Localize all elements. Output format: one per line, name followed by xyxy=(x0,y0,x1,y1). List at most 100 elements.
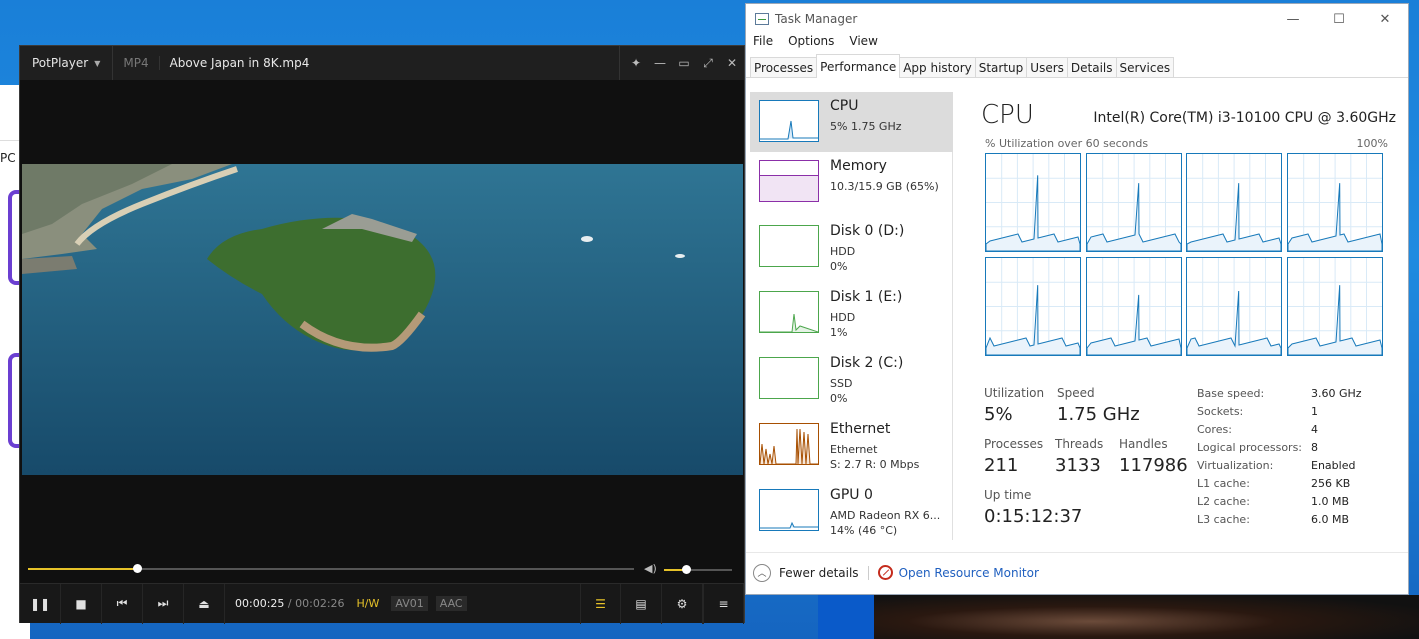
disk2-mini-graph xyxy=(759,357,819,399)
chevron-up-icon[interactable]: ︿ xyxy=(753,563,771,582)
graph-label: % Utilization over 60 seconds xyxy=(985,137,1149,150)
video-frame[interactable] xyxy=(22,164,743,475)
stat-value: 5% xyxy=(984,404,1013,425)
player-titlebar[interactable]: PotPlayer ▼ MP4 Above Japan in 8K.mp4 ✦ … xyxy=(20,46,744,80)
spec-label: Virtualization: xyxy=(1197,459,1274,472)
tab-processes[interactable]: Processes xyxy=(750,57,818,77)
playlist-search-icon: ☰ xyxy=(595,597,606,611)
audio-codec-badge[interactable]: AAC xyxy=(435,596,467,611)
close-button[interactable]: ✕ xyxy=(1362,4,1408,34)
spec-value: 1.0 MB xyxy=(1311,495,1350,508)
eject-icon: ⏏ xyxy=(198,596,210,611)
stat-label: Speed xyxy=(1057,386,1095,400)
menu-view[interactable]: View xyxy=(849,34,877,54)
resource-detail: 0% xyxy=(830,392,848,405)
menu-button[interactable]: ≡ xyxy=(703,584,744,624)
fewer-details-link[interactable]: Fewer details xyxy=(779,566,859,580)
resource-detail: S: 2.7 R: 0 Mbps xyxy=(830,458,920,471)
settings-button[interactable]: ⚙ xyxy=(662,584,703,624)
maximize-button[interactable]: ☐ xyxy=(1316,4,1362,34)
tab-users[interactable]: Users xyxy=(1026,57,1068,77)
player-controls: ❚❚ ■ ⏮ ⏭ ⏏ 00:00:25 / 00:02:26 H/W AV01 … xyxy=(20,583,744,624)
player-menu-button[interactable]: PotPlayer ▼ xyxy=(20,46,114,80)
fullscreen-button[interactable]: ⤢ xyxy=(696,56,720,71)
resource-detail: 10.3/15.9 GB (65%) xyxy=(830,180,939,193)
minimize-button[interactable]: — xyxy=(648,56,672,70)
resource-item-cpu[interactable]: CPU 5% 1.75 GHz xyxy=(750,92,953,152)
time-display: 00:00:25 / 00:02:26 xyxy=(225,597,345,610)
logical-processor-graph xyxy=(1286,153,1383,252)
task-manager-window[interactable]: Task Manager — ☐ ✕ File Options View Pro… xyxy=(745,3,1409,595)
logical-processor-graph xyxy=(1286,257,1383,356)
volume-slider[interactable] xyxy=(664,565,732,574)
logical-processor-graph xyxy=(985,153,1081,252)
seek-handle[interactable] xyxy=(133,564,143,573)
pause-icon: ❚❚ xyxy=(29,596,51,611)
resource-monitor-icon[interactable] xyxy=(877,565,893,580)
time-separator: / xyxy=(287,597,292,610)
minimize-button[interactable]: — xyxy=(1270,4,1316,34)
pin-icon[interactable]: ✦ xyxy=(624,56,648,70)
taskmgr-titlebar[interactable]: Task Manager — ☐ ✕ xyxy=(746,4,1408,34)
volume-icon[interactable]: ◀) xyxy=(644,562,657,575)
cpu-mini-graph xyxy=(759,100,819,142)
open-resource-monitor-link[interactable]: Open Resource Monitor xyxy=(899,566,1039,580)
stat-value: 0:15:12:37 xyxy=(984,506,1083,527)
stat-label: Up time xyxy=(984,488,1032,502)
cpu-details-panel: CPU Intel(R) Core(TM) i3-10100 CPU @ 3.6… xyxy=(981,100,1396,527)
resource-detail: 0% xyxy=(830,260,848,273)
maximize-button[interactable]: ▭ xyxy=(672,56,696,70)
resource-item-disk2[interactable]: Disk 2 (C:) SSD 0% xyxy=(750,349,953,409)
resource-item-ethernet[interactable]: Ethernet Ethernet S: 2.7 R: 0 Mbps xyxy=(750,415,953,475)
stop-icon: ■ xyxy=(75,596,87,611)
spec-label: Base speed: xyxy=(1197,387,1265,400)
resource-name: Disk 0 (D:) xyxy=(830,223,905,239)
menu-file[interactable]: File xyxy=(753,34,773,54)
logical-processor-graphs[interactable] xyxy=(985,153,1383,358)
logical-processor-graph xyxy=(1186,257,1282,356)
background-window-label: PC xyxy=(0,151,16,165)
resource-detail: AMD Radeon RX 6... xyxy=(830,509,941,522)
volume-handle[interactable] xyxy=(681,565,691,574)
close-button[interactable]: ✕ xyxy=(720,56,744,70)
resource-item-disk1[interactable]: Disk 1 (E:) HDD 1% xyxy=(750,283,953,343)
resource-name: Memory xyxy=(830,158,887,174)
logical-processor-graph xyxy=(1085,257,1182,356)
info-button[interactable]: ▤ xyxy=(621,584,662,624)
background-video-window[interactable] xyxy=(818,595,1419,639)
eject-button[interactable]: ⏏ xyxy=(184,583,225,624)
menu-options[interactable]: Options xyxy=(788,34,834,54)
resource-detail: 14% (46 °C) xyxy=(830,524,898,537)
next-button[interactable]: ⏭ xyxy=(143,583,184,624)
previous-button[interactable]: ⏮ xyxy=(102,583,143,624)
resource-name: CPU xyxy=(830,98,859,114)
video-codec-badge[interactable]: AV01 xyxy=(391,596,428,611)
resource-detail: HDD xyxy=(830,311,856,324)
potplayer-window[interactable]: PotPlayer ▼ MP4 Above Japan in 8K.mp4 ✦ … xyxy=(19,45,745,624)
tab-performance[interactable]: Performance xyxy=(816,54,901,78)
spec-value: 256 KB xyxy=(1311,477,1351,490)
pause-button[interactable]: ❚❚ xyxy=(20,583,61,624)
taskmgr-footer: ︿ Fewer details Open Resource Monitor xyxy=(746,552,1408,592)
spec-value: 3.60 GHz xyxy=(1311,387,1362,400)
resource-item-disk0[interactable]: Disk 0 (D:) HDD 0% xyxy=(750,217,953,277)
playlist-search-button[interactable]: ☰ xyxy=(580,584,621,624)
tab-services[interactable]: Services xyxy=(1115,57,1175,77)
disk1-mini-graph xyxy=(759,291,819,333)
divider xyxy=(867,565,869,580)
seek-bar-fill xyxy=(28,568,138,570)
hw-decode-badge[interactable]: H/W xyxy=(353,596,384,611)
seek-bar[interactable] xyxy=(28,564,634,573)
player-window-controls: ✦ — ▭ ⤢ ✕ xyxy=(619,46,744,80)
tab-app-history[interactable]: App history xyxy=(899,57,976,77)
tab-details[interactable]: Details xyxy=(1066,57,1117,77)
memory-mini-graph xyxy=(759,160,819,202)
resource-item-memory[interactable]: Memory 10.3/15.9 GB (65%) xyxy=(750,152,953,212)
background-video-frame xyxy=(874,595,1419,639)
resource-item-gpu0[interactable]: GPU 0 AMD Radeon RX 6... 14% (46 °C) xyxy=(750,481,953,541)
stop-button[interactable]: ■ xyxy=(61,583,102,624)
resource-detail: 5% 1.75 GHz xyxy=(830,120,902,133)
hamburger-icon: ≡ xyxy=(718,597,729,611)
menu-bar: File Options View xyxy=(746,34,1408,54)
tab-startup[interactable]: Startup xyxy=(974,57,1028,77)
